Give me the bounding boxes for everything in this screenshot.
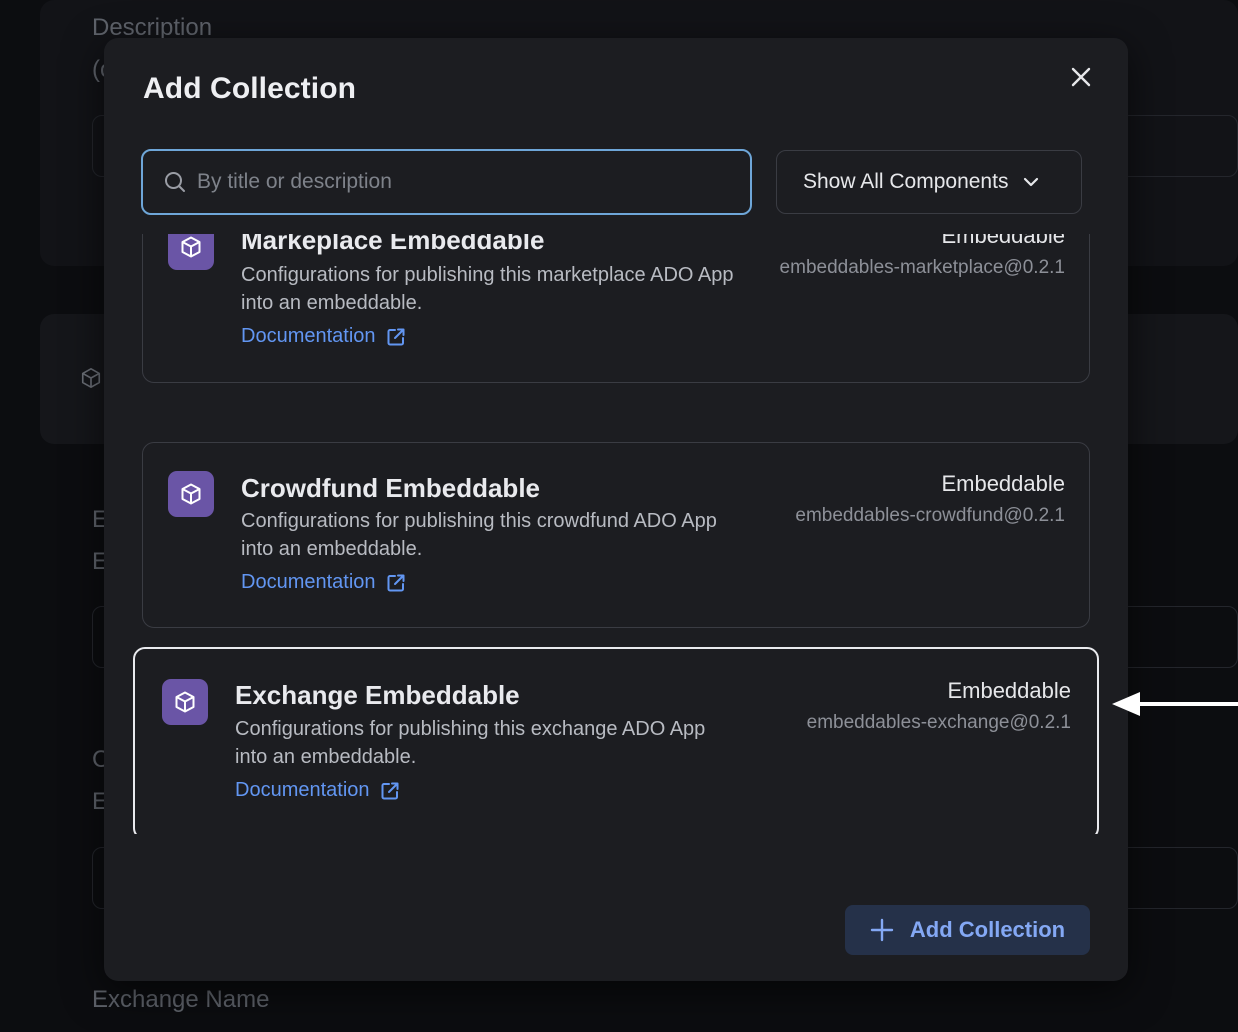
exchange-name-label: Exchange Name [92,986,270,1013]
collection-type: Embeddable [941,234,1065,248]
chevron-down-icon [1024,177,1039,187]
collection-description: Configurations for publishing this excha… [235,718,706,768]
documentation-link-label: Documentation [241,325,376,347]
collection-card-crowdfund[interactable]: Crowdfund Embeddable Configurations for … [142,442,1090,628]
component-filter-select[interactable]: Show All Components [776,150,1082,214]
close-button[interactable] [1064,60,1098,94]
collection-package: embeddables-exchange@0.2.1 [806,712,1071,733]
cube-icon [175,691,195,713]
close-icon [1071,67,1091,87]
plus-icon [870,918,894,942]
arrow-left-icon [1112,692,1238,716]
search-input[interactable] [197,170,717,194]
collection-description: Configurations for publishing this marke… [241,264,734,314]
external-link-icon [387,574,405,591]
cube-icon [181,483,201,505]
search-field[interactable] [141,149,752,215]
external-link-icon [387,328,405,345]
add-collection-button[interactable]: Add Collection [845,905,1090,955]
collection-type: Embeddable [947,678,1071,703]
collection-title: Exchange Embeddable [235,680,520,710]
cube-icon [80,366,102,395]
add-collection-button-label: Add Collection [909,917,1066,942]
documentation-link[interactable]: Documentation [241,325,406,348]
collection-card-marketplace[interactable]: Markeplace Embeddable Configurations for… [142,234,1090,383]
collection-list[interactable]: Markeplace Embeddable Configurations for… [104,234,1128,834]
collection-package: embeddables-marketplace@0.2.1 [779,257,1065,278]
collection-title: Crowdfund Embeddable [241,473,540,503]
documentation-link[interactable]: Documentation [235,779,400,802]
modal-title: Add Collection [143,72,357,105]
documentation-link-label: Documentation [241,571,376,593]
external-link-icon [381,782,399,799]
documentation-link-label: Documentation [235,779,370,801]
collection-type: Embeddable [941,471,1065,496]
documentation-link[interactable]: Documentation [241,571,406,594]
filter-selected-value: Show All Components [803,170,1009,193]
collection-card-exchange[interactable]: Exchange Embeddable Configurations for p… [133,647,1099,834]
cube-icon [181,236,201,258]
collection-title: Markeplace Embeddable [241,234,545,255]
collection-description: Configurations for publishing this crowd… [241,510,717,560]
add-collection-modal: Add Collection Show All Components Marke… [104,38,1128,981]
collection-icon-badge [168,234,214,270]
collection-icon-badge [168,471,214,517]
collection-icon-badge [162,679,208,725]
collection-package: embeddables-crowdfund@0.2.1 [795,505,1065,526]
search-icon [165,172,185,192]
